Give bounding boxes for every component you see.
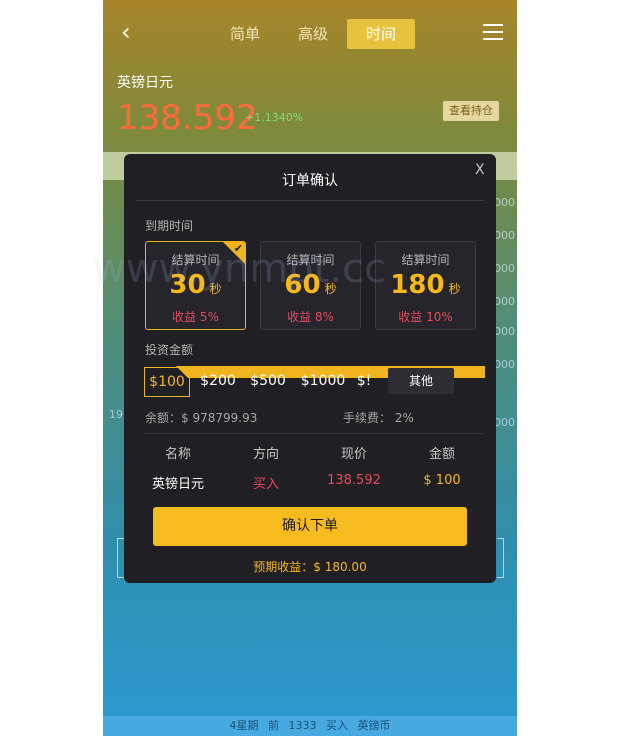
current-price: 138.592	[117, 98, 258, 138]
dialog-title: 订单确认	[282, 173, 338, 189]
header-direction: 方向	[252, 447, 279, 462]
amount-500[interactable]: $500	[246, 367, 290, 395]
amount-label: 投资金额	[145, 343, 194, 357]
ticker-item: 前	[268, 719, 279, 732]
price-change: +1.1340%	[245, 111, 304, 124]
tab-time[interactable]: 时间	[347, 19, 415, 49]
mode-tabs: 简单 高级 时间	[211, 19, 415, 49]
order-price: 138.592	[327, 473, 381, 488]
grid-label: 000	[494, 262, 515, 275]
expiry-label: 到期时间	[145, 219, 194, 233]
fee: 手续费： 2%	[343, 411, 414, 425]
grid-label: 000	[494, 325, 515, 338]
trade-ticker: 4星期 前 1333 买入 英镑币	[103, 716, 517, 736]
header-amount: 金额	[428, 447, 455, 462]
grid-label: 000	[494, 358, 515, 371]
grid-label: 000	[494, 295, 515, 308]
header-name: 名称	[164, 447, 191, 462]
view-holdings-button[interactable]: 查看持仓	[443, 101, 499, 121]
time-option-rate: 收益 10%	[398, 310, 453, 324]
left-action-button[interactable]	[117, 538, 124, 578]
tab-advanced[interactable]: 高级	[279, 19, 347, 49]
grid-label: 000	[494, 196, 515, 209]
time-option-180[interactable]: 结算时间 180 秒 收益 10%	[375, 241, 476, 330]
divider	[144, 433, 484, 434]
other-amount-button[interactable]: 其他	[388, 368, 454, 394]
close-icon[interactable]: X	[475, 162, 485, 178]
grid-label: 000	[494, 416, 515, 429]
header-price: 现价	[340, 447, 367, 462]
order-confirm-dialog: 订单确认 X 到期时间 结算时间 30 秒 收益 5% ✔ 结算时间 60 秒 收益…	[124, 154, 496, 583]
right-action-button[interactable]	[497, 538, 504, 578]
grid-label: 19	[109, 408, 123, 421]
grid-label: 000	[494, 229, 515, 242]
order-amount: $ 100	[423, 473, 461, 488]
amount-options: $100 $200 $500 $1000 $! 其他	[144, 366, 485, 397]
ticker-item: 买入	[326, 719, 348, 732]
confirm-order-button[interactable]: 确认下单	[153, 507, 467, 546]
tab-simple[interactable]: 简单	[211, 19, 279, 49]
time-option-seconds: 180 秒	[390, 270, 461, 300]
back-chevron-icon[interactable]: ‹	[121, 20, 131, 44]
ticker-item: 4星期	[229, 719, 259, 732]
amount-200[interactable]: $200	[196, 367, 240, 395]
balance: 余额：$ 978799.93	[145, 411, 258, 425]
asset-name: 英镑日元	[117, 75, 173, 91]
amount-more[interactable]: $!	[356, 367, 372, 395]
time-option-label: 结算时间	[401, 253, 450, 267]
time-option-rate: 收益 5%	[172, 310, 219, 324]
ticker-item: 英镑币	[357, 719, 391, 732]
ticker-item: 1333	[288, 719, 317, 732]
top-bar: ‹ 简单 高级 时间	[103, 0, 517, 68]
time-option-rate: 收益 8%	[287, 310, 334, 324]
expected-profit: 预期收益：$ 180.00	[253, 560, 367, 574]
order-direction: 买入	[252, 477, 279, 492]
hamburger-menu-icon[interactable]	[483, 24, 503, 41]
divider	[136, 200, 484, 201]
order-name: 英镑日元	[151, 477, 204, 492]
amount-1000[interactable]: $1000	[296, 367, 350, 395]
watermark: www.ynmpt.cc	[93, 246, 386, 292]
